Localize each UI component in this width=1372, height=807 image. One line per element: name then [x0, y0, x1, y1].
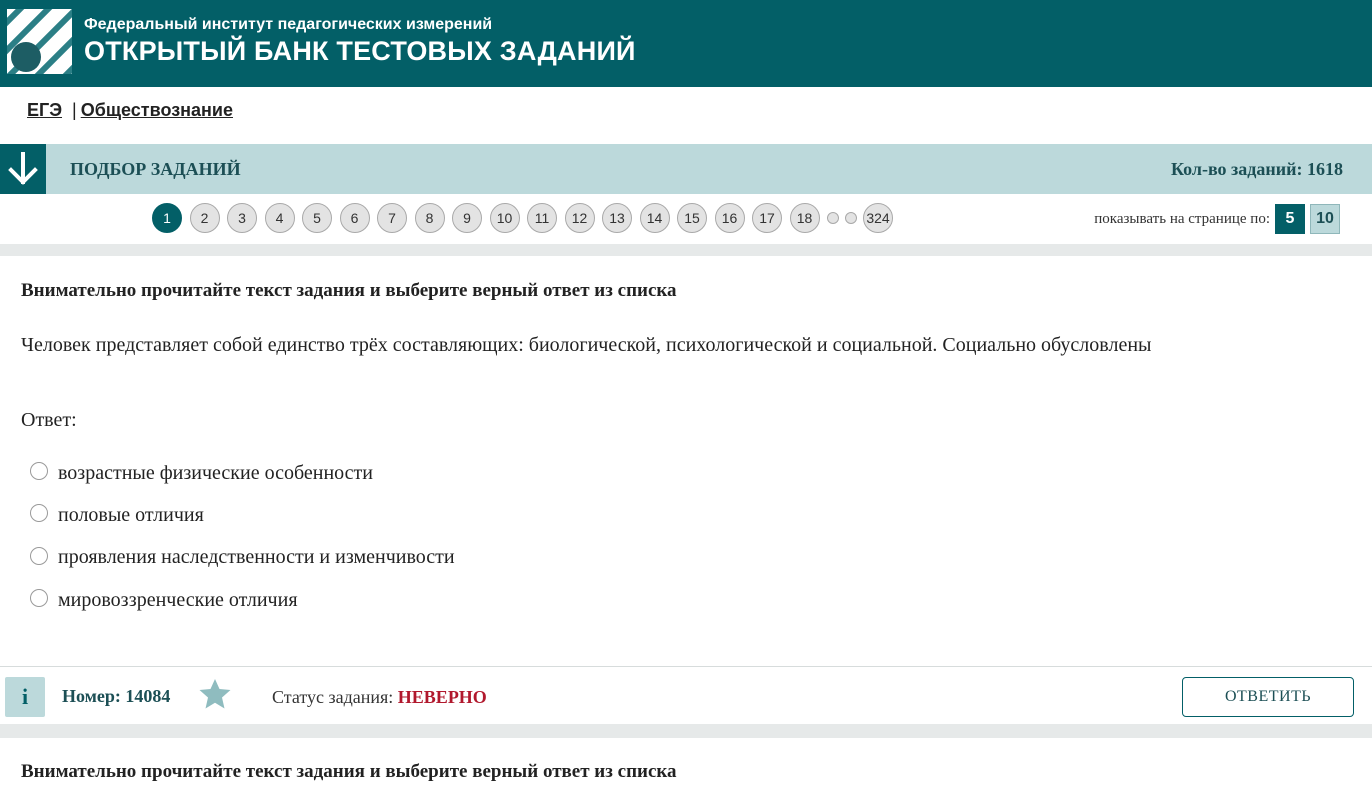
page-ellipsis-dot [827, 212, 839, 224]
page-button[interactable]: 9 [452, 203, 482, 233]
expand-selection-button[interactable] [0, 144, 46, 194]
task-number: Номер: 14084 [62, 686, 171, 706]
breadcrumb: ЕГЭ | Обществознание [27, 100, 233, 121]
page-button[interactable]: 4 [264, 203, 295, 233]
task-footer: i Номер: 14084 Статус задания: НЕВЕРНО О… [0, 666, 1372, 725]
page-button[interactable]: 13 [602, 203, 632, 233]
task-instruction: Внимательно прочитайте текст задания и в… [21, 280, 677, 301]
org-name: Федеральный институт педагогических изме… [84, 16, 493, 33]
pagination: 1 2 3 4 5 6 7 8 9 10 11 12 13 14 15 16 1… [152, 202, 901, 234]
radio-button[interactable] [30, 504, 48, 523]
selection-title: ПОДБОР ЗАДАНИЙ [70, 159, 241, 179]
divider [0, 244, 1372, 256]
page-ellipsis-dot [845, 212, 857, 224]
page-button[interactable]: 7 [377, 203, 407, 233]
status-value: НЕВЕРНО [397, 687, 487, 707]
page-button[interactable]: 15 [677, 203, 707, 233]
divider [0, 724, 1372, 738]
per-page-option-5[interactable]: 5 [1275, 204, 1305, 234]
answer-option[interactable]: проявления наследственности и изменчивос… [30, 537, 455, 579]
task-selection-bar[interactable]: ПОДБОР ЗАДАНИЙ Кол-во заданий: 1618 [0, 144, 1372, 194]
page-button[interactable]: 2 [189, 203, 220, 233]
per-page-option-10[interactable]: 10 [1310, 204, 1340, 234]
radio-button[interactable] [30, 462, 48, 481]
answer-option-text: мировоззренческие отличия [58, 588, 298, 611]
site-header: Федеральный институт педагогических изме… [0, 0, 1372, 87]
star-icon[interactable] [198, 678, 232, 710]
per-page-label: показывать на странице по: [1094, 210, 1270, 227]
status-label: Статус задания: [272, 687, 394, 707]
logo-circle [11, 42, 41, 72]
page-button[interactable]: 18 [789, 203, 820, 233]
site-title: ОТКРЫТЫЙ БАНК ТЕСТОВЫХ ЗАДАНИЙ [84, 36, 636, 66]
task-status: Статус задания: НЕВЕРНО [272, 687, 487, 708]
answer-option-text: половые отличия [58, 503, 204, 526]
answer-option[interactable]: половые отличия [30, 494, 455, 536]
answer-options: возрастные физические особенности половы… [30, 452, 455, 621]
answer-option[interactable]: возрастные физические особенности [30, 452, 455, 494]
info-button[interactable]: i [5, 677, 45, 717]
page-button[interactable]: 12 [564, 203, 595, 233]
page-button[interactable]: 17 [752, 203, 782, 233]
arrow-down-icon [8, 152, 38, 185]
page-button-last[interactable]: 324 [863, 203, 893, 233]
per-page-selector: показывать на странице по: 5 10 [1094, 204, 1340, 234]
page-button[interactable]: 5 [302, 203, 332, 233]
page-button[interactable]: 6 [339, 203, 370, 233]
page-button[interactable]: 3 [227, 203, 257, 233]
page-button[interactable]: 8 [414, 203, 445, 233]
answer-option-text: проявления наследственности и изменчивос… [58, 546, 455, 569]
task-text: Человек представляет собой единство трёх… [21, 334, 1152, 356]
breadcrumb-separator: | [72, 100, 77, 120]
page-button[interactable]: 1 [152, 203, 182, 233]
breadcrumb-subject-link[interactable]: Обществознание [81, 100, 233, 120]
page-button[interactable]: 10 [489, 203, 520, 233]
radio-button[interactable] [30, 546, 48, 565]
breadcrumb-exam-link[interactable]: ЕГЭ [27, 100, 62, 120]
answer-option[interactable]: мировоззренческие отличия [30, 579, 455, 621]
page-button[interactable]: 14 [639, 203, 670, 233]
fipi-logo[interactable] [7, 9, 72, 74]
task-count: Кол-во заданий: 1618 [1170, 159, 1343, 179]
task-instruction: Внимательно прочитайте текст задания и в… [21, 761, 677, 782]
answer-option-text: возрастные физические особенности [58, 461, 373, 484]
radio-button[interactable] [30, 589, 48, 608]
page-button[interactable]: 11 [527, 203, 557, 233]
answer-label: Ответ: [21, 409, 77, 431]
page-button[interactable]: 16 [714, 203, 745, 233]
answer-button[interactable]: ОТВЕТИТЬ [1182, 677, 1354, 717]
